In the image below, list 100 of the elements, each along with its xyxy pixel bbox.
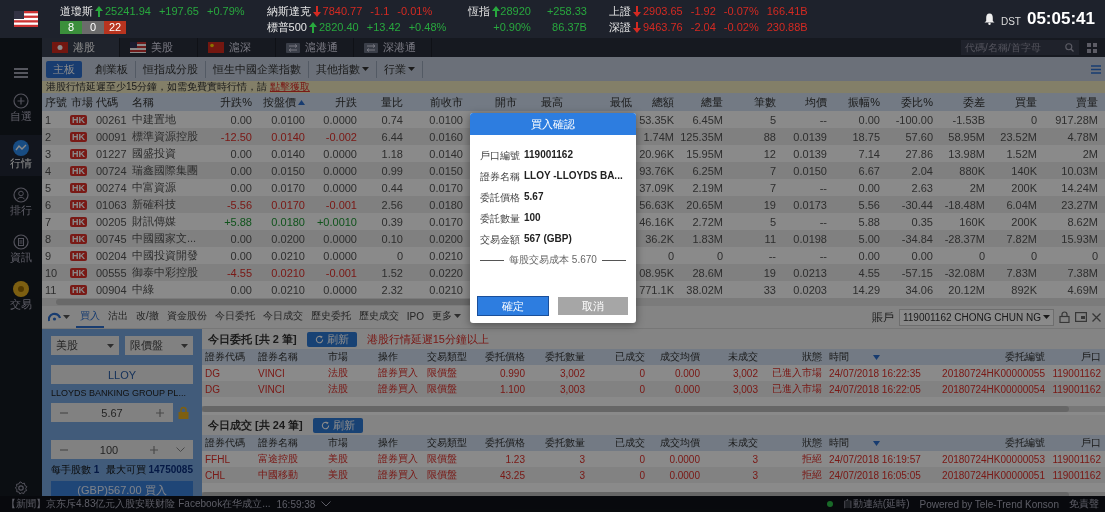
table-cell-text: 5	[44, 181, 53, 194]
table-cell-text: 0	[977, 249, 986, 262]
table-cell-text: --	[818, 113, 828, 126]
table-cell-text: 0.0170	[270, 198, 306, 211]
table-cell-text: 00091	[95, 130, 128, 143]
table-cell-text: 160K	[958, 215, 986, 228]
delay-notice: 港股行情延遲15分鐘以上	[366, 331, 489, 347]
table-cell-text: 20.65M	[685, 198, 724, 211]
table-cell-text: 917.28M	[1054, 113, 1099, 126]
table-cell-text: FFHL	[204, 453, 231, 465]
field-value: 100	[524, 212, 541, 225]
table-cell-text: 0.44	[380, 181, 404, 194]
table-cell-text: 28.6M	[691, 266, 724, 279]
table-cell-text: 8.62M	[1066, 215, 1099, 228]
table-cell-text: 20.12M	[947, 283, 986, 296]
table-cell-text: 0.00	[229, 283, 253, 296]
table-cell-text: VINCI	[257, 383, 286, 395]
section-title: 今日成交 [共 24 筆]	[208, 417, 303, 433]
table-cell-text: 法股	[327, 366, 349, 380]
max-buy-text: 最大可買 14750085	[105, 463, 193, 477]
timezone-label: DST	[1000, 15, 1021, 27]
field-value: 567 (GBP)	[524, 233, 572, 246]
table-cell-text: 5.56	[857, 198, 881, 211]
table-cell-text: --	[818, 249, 828, 262]
dialog-title: 買入確認	[470, 113, 636, 135]
table-cell-text: 拒絕	[801, 452, 823, 466]
table-cell-text: 0.0150	[792, 164, 828, 177]
table-cell-text: 6.45M	[691, 113, 724, 126]
table-cell-text: 限價盤	[426, 382, 458, 396]
index-percent: -0.07%	[723, 5, 759, 17]
delay-notice: 港股行情延遲至少15分鐘，如需免費實時行情，請 點擊獲取	[42, 81, 1105, 93]
table-cell-text: 892K	[1010, 283, 1038, 296]
table-cell-text: -0.001	[324, 198, 358, 211]
table-cell-text: 0.0150	[428, 164, 464, 177]
table-cell-text: 0.0000	[322, 283, 358, 296]
table-cell-text: 0.0000	[668, 453, 701, 465]
table-cell-text: 0.74	[380, 113, 404, 126]
field-value: 5.67	[524, 191, 544, 204]
table-cell-text: 46.16K	[638, 215, 675, 228]
table-cell-text: 0.0100	[270, 113, 306, 126]
powered-by-text: Powered by Tele-Trend Konson	[919, 498, 1059, 510]
table-cell-text: 0.0139	[792, 130, 828, 143]
table-cell-text: 5.88	[857, 215, 881, 228]
table-cell-text: 19	[762, 198, 777, 211]
field-value: LLOY -LLOYDS BA...	[524, 170, 623, 183]
table-cell-text: 0	[666, 249, 675, 262]
table-cell-text: 6.04M	[1005, 198, 1038, 211]
table-cell-text: 0.00	[857, 249, 881, 262]
table-cell-text: 1.52	[380, 266, 404, 279]
table-cell-text: 0.00	[229, 113, 253, 126]
table-cell-text: 1.23	[504, 453, 526, 465]
table-cell-text: 3,002	[558, 367, 586, 379]
connection-status: 自動連結(延時)	[842, 497, 910, 511]
table-cell-text: 200K	[1010, 215, 1038, 228]
table-cell-text: 1.74M	[642, 130, 675, 143]
table-cell-text: 0.0170	[428, 181, 464, 194]
index-change: -1.92	[690, 5, 716, 17]
market-badge: HK	[70, 284, 87, 295]
index-change: -1.1	[370, 5, 390, 17]
table-cell-text: 36.2K	[644, 232, 675, 245]
table-cell-text: 13.98M	[947, 147, 986, 160]
table-cell-text: 0.00	[857, 113, 881, 126]
table-cell-text: 0	[638, 367, 646, 379]
table-cell-text: 08.95K	[638, 266, 675, 279]
table-cell-text: 0	[1029, 249, 1038, 262]
table-cell-text: 0.0213	[792, 266, 828, 279]
table-cell-text: 0.99	[380, 164, 404, 177]
table-cell-text: 4.78M	[1066, 130, 1099, 143]
table-cell-text: 拒絕	[801, 468, 823, 482]
table-cell-text: 33	[762, 283, 777, 296]
table-cell-text: 2	[44, 130, 53, 143]
table-cell-text: 中國移動	[257, 468, 299, 482]
table-cell-text: 0.39	[380, 215, 404, 228]
table-cell-text: 證券買入	[377, 366, 419, 380]
table-cell-text: 0	[638, 383, 646, 395]
index-percent: +0.90%	[492, 20, 531, 34]
table-cell-text: 00745	[95, 232, 128, 245]
table-cell-text: 0	[1029, 113, 1038, 126]
table-cell-text: -32.08M	[943, 266, 986, 279]
table-cell-text: 9	[44, 249, 53, 262]
table-cell-text: 美股	[327, 452, 349, 466]
table-cell-text: 1.52M	[1005, 147, 1038, 160]
field-label: 戶口編號	[480, 149, 521, 163]
table-cell-text: 0.0210	[270, 283, 306, 296]
table-cell-text: 23.52M	[999, 130, 1038, 143]
count-badge: 22	[104, 20, 126, 34]
index-turnover: 166.41B	[766, 5, 808, 17]
table-cell-text: 0.0000	[668, 469, 701, 481]
index-name: 上證	[608, 3, 631, 19]
table-cell-text: 7.38M	[1066, 266, 1099, 279]
table-cell-text: 93.76K	[638, 164, 675, 177]
table-cell-text: 美股	[327, 468, 349, 482]
table-cell-text: 20180724HK00000054	[941, 383, 1046, 395]
table-cell-text: +0.0010	[315, 215, 358, 228]
table-cell-text: 3	[578, 453, 586, 465]
table-cell-text: 中綠	[131, 282, 155, 297]
table-cell-text: 7.82M	[1005, 232, 1038, 245]
table-cell-text: 0.0000	[322, 113, 358, 126]
table-cell-text: 0.0210	[428, 249, 464, 262]
table-cell-text: -5.56	[225, 198, 253, 211]
